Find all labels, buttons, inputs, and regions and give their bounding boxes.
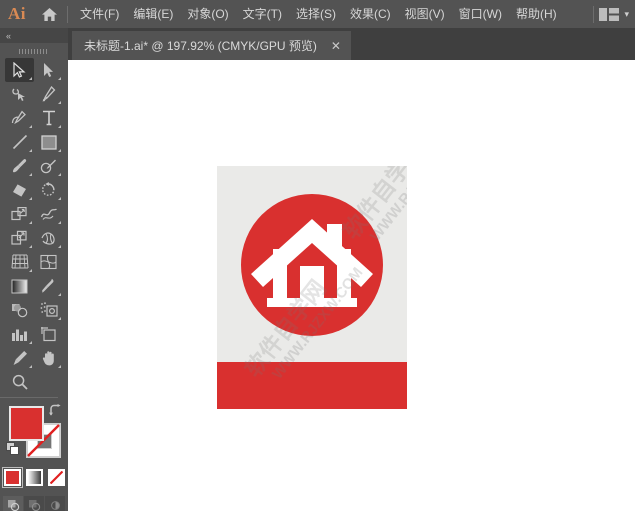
tool-more-indicator — [58, 293, 61, 296]
tool-more-indicator — [29, 221, 32, 224]
tool-more-indicator — [29, 149, 32, 152]
tool-more-indicator — [29, 197, 32, 200]
tool-more-indicator — [29, 77, 32, 80]
pen-tool[interactable] — [34, 82, 63, 106]
red-bottom-bar[interactable] — [217, 362, 407, 409]
tool-more-indicator — [58, 173, 61, 176]
fill-stroke-swatches — [0, 402, 68, 464]
menu-edit[interactable]: 编辑(E) — [126, 0, 180, 28]
gradient-tool[interactable] — [5, 274, 34, 298]
document-tab[interactable]: 未标题-1.ai* @ 197.92% (CMYK/GPU 预览) ✕ — [72, 31, 351, 60]
blend-tool[interactable] — [5, 298, 34, 322]
menu-type[interactable]: 文字(T) — [236, 0, 289, 28]
tool-more-indicator — [58, 77, 61, 80]
swap-fill-stroke-icon[interactable] — [48, 404, 62, 422]
eyedropper-tool[interactable] — [34, 274, 63, 298]
draw-normal-button[interactable] — [3, 495, 23, 511]
menu-file[interactable]: 文件(F) — [73, 0, 126, 28]
symbol-sprayer-tool[interactable] — [34, 298, 63, 322]
direct-selection-tool[interactable] — [34, 58, 63, 82]
tools-divider — [0, 397, 58, 398]
tool-more-indicator — [29, 125, 32, 128]
rectangle-tool[interactable] — [34, 130, 63, 154]
app-logo: Ai — [8, 4, 26, 23]
width-warp-tool[interactable] — [34, 202, 63, 226]
collapse-panel-button[interactable]: « — [0, 28, 68, 43]
column-graph-tool[interactable] — [5, 322, 34, 346]
menu-help[interactable]: 帮助(H) — [509, 0, 564, 28]
illustrator-window: Ai 文件(F) 编辑(E) 对象(O) 文字(T) 选择(S) 效果(C) 视… — [0, 0, 635, 511]
artboard-tool[interactable] — [34, 322, 63, 346]
tool-more-indicator — [29, 269, 32, 272]
chevron-down-icon[interactable]: ▾ — [624, 9, 629, 20]
menu-window[interactable]: 窗口(W) — [452, 0, 509, 28]
menu-effect[interactable]: 效果(C) — [343, 0, 398, 28]
menubar-right-controls: ▾ — [590, 0, 635, 28]
line-segment-tool[interactable] — [5, 130, 34, 154]
menu-divider — [67, 5, 68, 23]
tool-more-indicator — [58, 125, 61, 128]
tool-more-indicator — [58, 101, 61, 104]
menubar-right-divider — [593, 5, 595, 23]
document-tab-bar: 未标题-1.ai* @ 197.92% (CMYK/GPU 预览) ✕ — [68, 28, 635, 60]
tool-more-indicator — [58, 197, 61, 200]
tool-grid — [0, 58, 68, 394]
document-tab-title: 未标题-1.ai* @ 197.92% (CMYK/GPU 预览) — [84, 39, 317, 53]
tool-grid-spacer — [34, 370, 63, 394]
draw-behind-button[interactable] — [24, 495, 44, 511]
tool-more-indicator — [58, 317, 61, 320]
curvature-tool[interactable] — [5, 106, 34, 130]
mesh-tool[interactable] — [34, 250, 63, 274]
shape-builder-tool[interactable] — [34, 226, 63, 250]
gradient-mode-button[interactable] — [25, 468, 43, 486]
blob-brush-tool[interactable] — [34, 154, 63, 178]
menu-object[interactable]: 对象(O) — [180, 0, 235, 28]
menu-item-list: 文件(F) 编辑(E) 对象(O) 文字(T) 选择(S) 效果(C) 视图(V… — [73, 0, 564, 28]
draw-mode-row — [0, 493, 68, 511]
menu-select[interactable]: 选择(S) — [289, 0, 343, 28]
tool-more-indicator — [58, 149, 61, 152]
tool-more-indicator — [58, 221, 61, 224]
artboard[interactable]: 软件自学网 WWW.RJZXW.COM 软件自学网 WWW.RJZXW.COM — [217, 166, 407, 409]
scale-tool[interactable] — [5, 202, 34, 226]
none-mode-button[interactable] — [47, 468, 65, 486]
magic-wand-tool[interactable] — [5, 82, 34, 106]
slice-tool[interactable] — [5, 346, 34, 370]
menu-view[interactable]: 视图(V) — [398, 0, 452, 28]
zoom-tool[interactable] — [5, 370, 34, 394]
rotate-tool[interactable] — [34, 178, 63, 202]
free-transform-tool[interactable] — [5, 226, 34, 250]
fill-swatch[interactable] — [9, 406, 44, 441]
close-icon[interactable]: ✕ — [331, 40, 341, 52]
document-canvas[interactable]: 软件自学网 WWW.RJZXW.COM 软件自学网 WWW.RJZXW.COM — [68, 60, 635, 511]
default-fill-stroke-icon[interactable] — [6, 442, 20, 461]
tool-more-indicator — [58, 365, 61, 368]
color-mode-button[interactable] — [1, 466, 23, 488]
tool-more-indicator — [29, 365, 32, 368]
tool-more-indicator — [58, 245, 61, 248]
house-icon[interactable] — [241, 194, 383, 336]
tool-more-indicator — [29, 341, 32, 344]
tools-panel: « — [0, 28, 68, 511]
selection-tool[interactable] — [5, 58, 34, 82]
menu-bar: Ai 文件(F) 编辑(E) 对象(O) 文字(T) 选择(S) 效果(C) 视… — [0, 0, 635, 28]
tool-more-indicator — [29, 245, 32, 248]
perspective-grid-tool[interactable] — [5, 250, 34, 274]
paintbrush-tool[interactable] — [5, 154, 34, 178]
home-icon[interactable] — [34, 0, 64, 28]
tool-more-indicator — [29, 173, 32, 176]
panel-drag-grip[interactable] — [0, 43, 68, 58]
hand-tool[interactable] — [34, 346, 63, 370]
eraser-tool[interactable] — [5, 178, 34, 202]
fill-mode-row — [0, 464, 68, 490]
type-tool[interactable] — [34, 106, 63, 130]
draw-inside-button[interactable] — [45, 495, 65, 511]
workspace-layout-icon[interactable] — [599, 7, 620, 21]
